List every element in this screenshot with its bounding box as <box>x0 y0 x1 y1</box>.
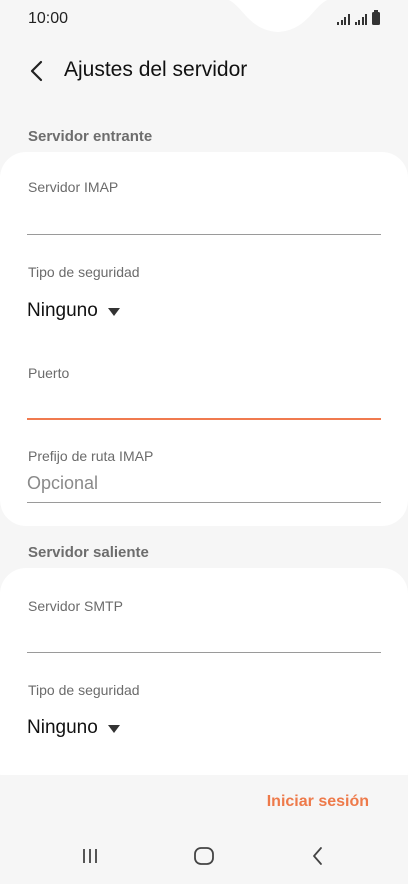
recents-button[interactable] <box>70 841 110 871</box>
triangle-down-icon <box>107 725 120 733</box>
outgoing-section-label: Servidor saliente <box>28 544 149 561</box>
imap-prefix-input[interactable] <box>27 469 381 497</box>
port-input[interactable] <box>27 388 381 416</box>
incoming-security-label: Tipo de seguridad <box>28 264 140 280</box>
triangle-down-icon <box>107 308 120 316</box>
outgoing-security-label: Tipo de seguridad <box>28 682 140 698</box>
status-icons <box>337 10 380 25</box>
back-button[interactable] <box>22 56 52 86</box>
status-bar: 10:00 <box>0 0 408 38</box>
incoming-security-dropdown[interactable]: Ninguno <box>27 300 120 322</box>
outgoing-server-card: Servidor SMTP Tipo de seguridad Ninguno <box>0 568 408 798</box>
imap-server-input[interactable] <box>27 204 381 232</box>
camera-notch <box>228 0 328 32</box>
sign-in-button[interactable]: Iniciar sesión <box>267 793 369 811</box>
outgoing-security-value: Ninguno <box>27 717 98 738</box>
system-back-button[interactable] <box>298 841 338 871</box>
back-icon <box>313 847 322 865</box>
chevron-left-icon <box>30 60 43 82</box>
navigation-bar <box>0 841 408 871</box>
smtp-server-label: Servidor SMTP <box>28 598 123 614</box>
smtp-server-input[interactable] <box>27 622 381 650</box>
home-icon <box>194 847 214 865</box>
signal-icon <box>337 13 350 25</box>
smtp-server-underline <box>27 652 381 653</box>
screen: 10:00 Ajustes del servidor Servidor entr… <box>0 0 408 884</box>
port-underline <box>27 418 381 420</box>
imap-prefix-underline <box>27 502 381 503</box>
outgoing-security-dropdown[interactable]: Ninguno <box>27 717 120 739</box>
home-button[interactable] <box>184 841 224 871</box>
imap-server-label: Servidor IMAP <box>28 179 119 195</box>
imap-prefix-label: Prefijo de ruta IMAP <box>28 448 154 464</box>
status-time: 10:00 <box>28 10 69 27</box>
incoming-server-card: Servidor IMAP Tipo de seguridad Ninguno … <box>0 152 408 526</box>
incoming-security-value: Ninguno <box>27 300 98 321</box>
bottom-bar: Iniciar sesión <box>0 775 408 884</box>
app-header: Ajustes del servidor <box>0 48 408 94</box>
recents-icon <box>83 849 97 863</box>
signal-icon <box>354 13 367 25</box>
port-label: Puerto <box>28 365 70 381</box>
page-title: Ajustes del servidor <box>64 58 248 81</box>
imap-server-underline <box>27 234 381 235</box>
battery-icon <box>372 10 380 25</box>
incoming-section-label: Servidor entrante <box>28 128 153 145</box>
